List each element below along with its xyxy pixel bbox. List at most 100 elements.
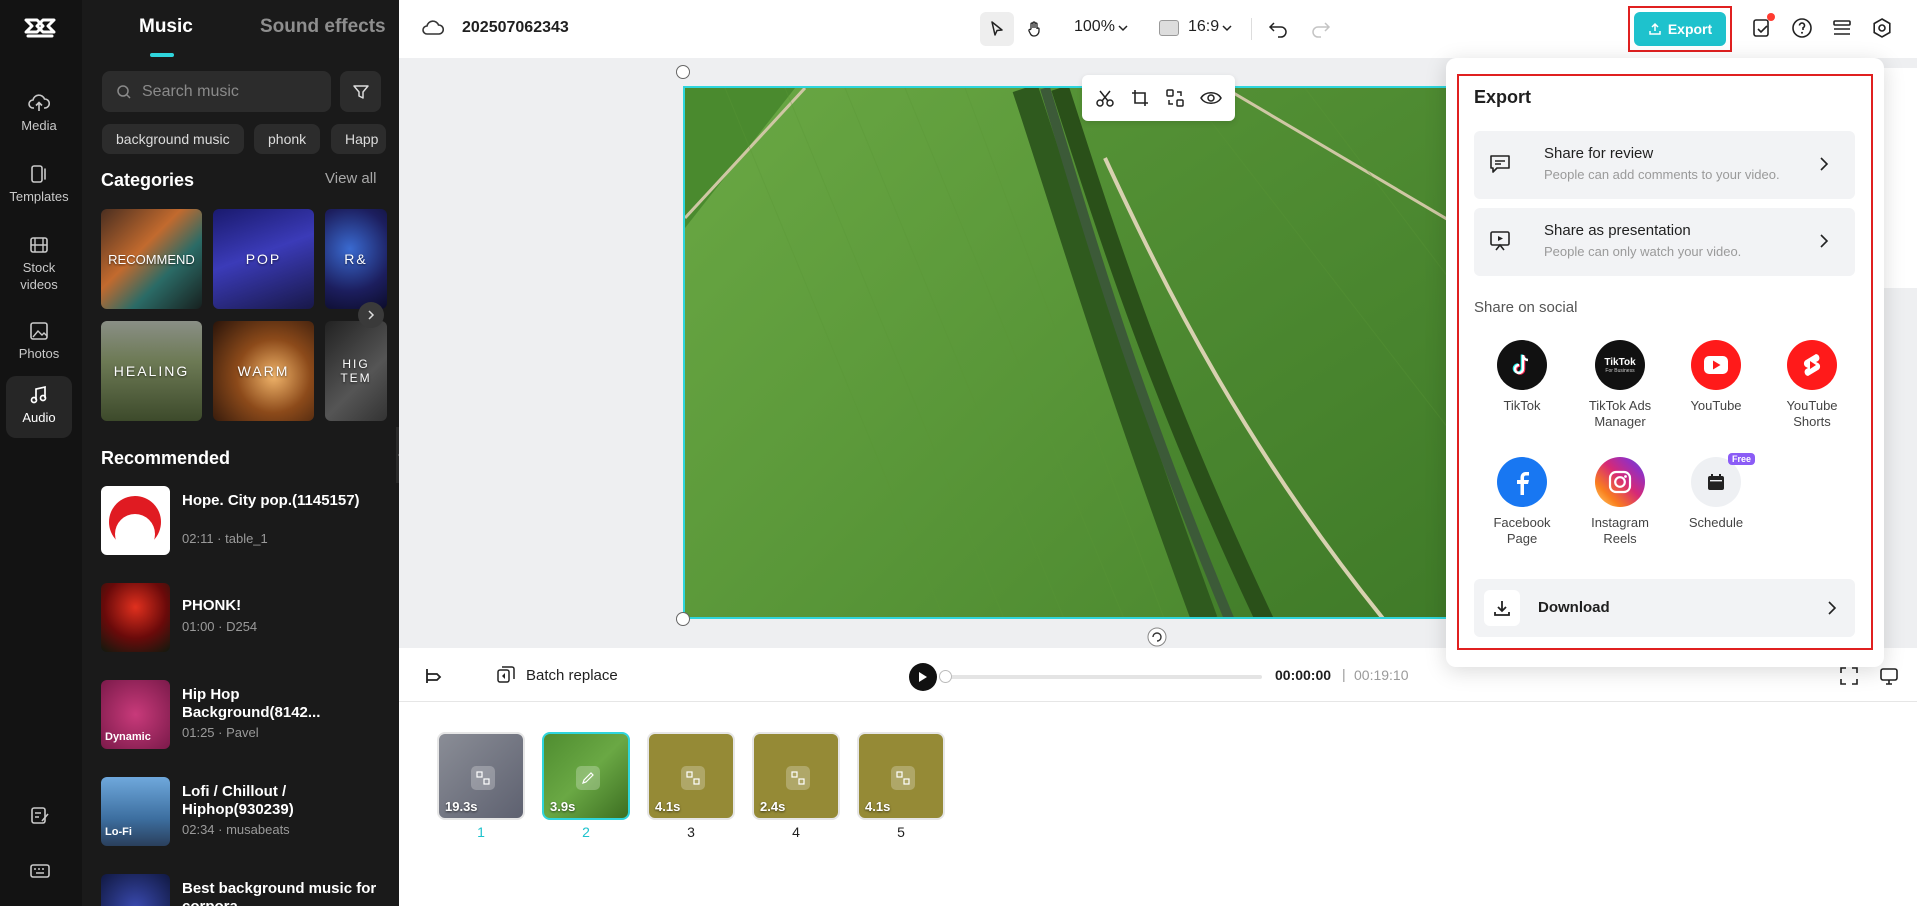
rail-item-stock-videos[interactable]: Stock videos	[6, 226, 72, 298]
batch-replace-button[interactable]: Batch replace	[496, 665, 618, 685]
song-cover	[101, 874, 170, 906]
chevron-down-icon[interactable]	[1118, 24, 1128, 32]
capcut-logo[interactable]	[22, 14, 58, 44]
scene-thumbnail[interactable]: 2.4s	[752, 732, 840, 820]
music-note-icon	[30, 385, 47, 404]
category-healing[interactable]: HEALING	[101, 321, 202, 421]
category-warm[interactable]: WARM	[213, 321, 314, 421]
list-item[interactable]: PHONK! 01:00 · D254	[101, 583, 391, 653]
song-meta: 02:34 · musabeats	[182, 822, 290, 837]
scene-number: 4	[792, 824, 800, 840]
song-title: Hope. City pop.(1145157)	[182, 492, 360, 509]
scene-thumbnail[interactable]: 4.1s	[647, 732, 735, 820]
chevron-down-icon[interactable]	[1222, 24, 1232, 32]
aspect-ratio-icon	[1159, 20, 1179, 36]
chip-phonk[interactable]: phonk	[254, 124, 321, 154]
category-high-tempo[interactable]: HIG TEM	[325, 321, 387, 421]
settings-icon[interactable]	[1871, 17, 1893, 39]
timeline-tool-icon[interactable]	[423, 666, 443, 686]
category-label: HIG TEM	[340, 357, 372, 385]
list-item[interactable]: Hope. City pop.(1145157) 02:11 · table_1	[101, 486, 391, 556]
hand-tool-button[interactable]	[1018, 12, 1052, 46]
song-cover	[101, 486, 170, 555]
rail-item-templates[interactable]: Templates	[6, 155, 72, 217]
resize-handle[interactable]	[676, 65, 690, 79]
help-icon[interactable]	[1791, 17, 1813, 39]
rotate-handle-icon[interactable]	[1146, 626, 1168, 648]
search-input[interactable]: Search music	[102, 71, 331, 112]
scene-thumbnail[interactable]: 4.1s	[857, 732, 945, 820]
zoom-level[interactable]: 100%	[1074, 18, 1115, 36]
templates-icon	[31, 165, 46, 183]
list-item[interactable]: Best background music for corpora...	[101, 874, 391, 906]
eye-icon[interactable]	[1199, 88, 1222, 108]
play-button[interactable]	[909, 663, 937, 691]
split-icon[interactable]	[1095, 88, 1115, 108]
project-title[interactable]: 202507062343	[462, 19, 569, 37]
crop-icon[interactable]	[1130, 88, 1150, 108]
song-meta: 01:00 · D254	[182, 619, 258, 634]
rail-label-photos: Photos	[18, 346, 60, 361]
cloud-saved-icon[interactable]	[422, 18, 444, 38]
scene-thumbnail[interactable]: 19.3s	[437, 732, 525, 820]
keyboard-icon[interactable]	[29, 860, 51, 882]
top-bar: 202507062343 100% 16:9 Export	[399, 0, 1917, 58]
current-time: 00:00:00	[1275, 667, 1332, 683]
edit-notes-icon[interactable]	[29, 804, 51, 826]
category-label: RECOMMEND	[108, 251, 195, 267]
scene-duration: 3.9s	[550, 799, 576, 814]
hand-icon	[1028, 21, 1040, 37]
song-title: Best background music for corpora...	[182, 880, 377, 906]
scene-number: 1	[477, 824, 485, 840]
preview-monitor-icon[interactable]	[1879, 666, 1899, 686]
category-label: POP	[245, 251, 282, 267]
rail-label-stock-videos: Stock videos	[20, 260, 58, 292]
categories-title: Categories	[101, 170, 195, 190]
category-recommend[interactable]: RECOMMEND	[101, 209, 202, 309]
rail-item-photos[interactable]: Photos	[6, 312, 72, 374]
scene-duration: 2.4s	[760, 799, 786, 814]
category-label: WARM	[237, 363, 290, 379]
scrubber-knob[interactable]	[939, 670, 952, 683]
redo-icon[interactable]	[1311, 18, 1331, 38]
video-preview[interactable]	[683, 86, 1477, 619]
view-all-link[interactable]: View all	[325, 170, 376, 187]
recommended-title: Recommended	[101, 448, 231, 468]
chip-background-music[interactable]: background music	[102, 124, 244, 154]
fullscreen-icon[interactable]	[1839, 666, 1859, 686]
replace-scene-icon	[786, 766, 810, 790]
select-tool-button[interactable]	[980, 12, 1014, 46]
rail-item-media[interactable]: Media	[6, 84, 72, 146]
left-rail: Media Templates Stock videos Photos Audi…	[0, 0, 82, 906]
scene-thumbnail[interactable]: 3.9s	[542, 732, 630, 820]
category-pop[interactable]: POP	[213, 209, 314, 309]
cursor-icon	[991, 21, 1003, 36]
batch-replace-icon	[497, 666, 515, 683]
categories-next-button[interactable]	[358, 302, 384, 328]
search-placeholder: Search music	[142, 82, 239, 100]
aspect-ratio[interactable]: 16:9	[1188, 18, 1219, 36]
search-icon	[117, 84, 131, 99]
song-title: Hip Hop Background(8142...	[182, 686, 321, 721]
resize-handle[interactable]	[676, 612, 690, 626]
playback-scrubber[interactable]	[946, 675, 1262, 679]
layers-icon[interactable]	[1831, 17, 1853, 39]
scene-number: 5	[897, 824, 905, 840]
edit-scene-icon	[576, 766, 600, 790]
replace-icon[interactable]	[1165, 88, 1185, 108]
filter-button[interactable]	[340, 71, 381, 112]
category-rnb[interactable]: R&	[325, 209, 387, 309]
tab-sound-effects[interactable]: Sound effects	[260, 16, 386, 38]
export-panel-highlight	[1457, 74, 1873, 650]
batch-replace-label: Batch replace	[526, 666, 618, 684]
rail-item-audio[interactable]: Audio	[6, 376, 72, 438]
chip-happ[interactable]: Happ	[331, 124, 386, 154]
undo-icon[interactable]	[1268, 18, 1288, 38]
song-meta: 02:11 · table_1	[182, 531, 268, 546]
list-item[interactable]: Dynamic Hip Hop Background(8142... 01:25…	[101, 680, 391, 750]
list-item[interactable]: Lo-Fi Lofi / Chillout / Hiphop(930239) 0…	[101, 777, 391, 847]
song-cover: Lo-Fi	[101, 777, 170, 846]
clip-floating-toolbar	[1082, 75, 1235, 121]
category-label: R&	[344, 251, 368, 267]
tab-music[interactable]: Music	[139, 16, 193, 38]
